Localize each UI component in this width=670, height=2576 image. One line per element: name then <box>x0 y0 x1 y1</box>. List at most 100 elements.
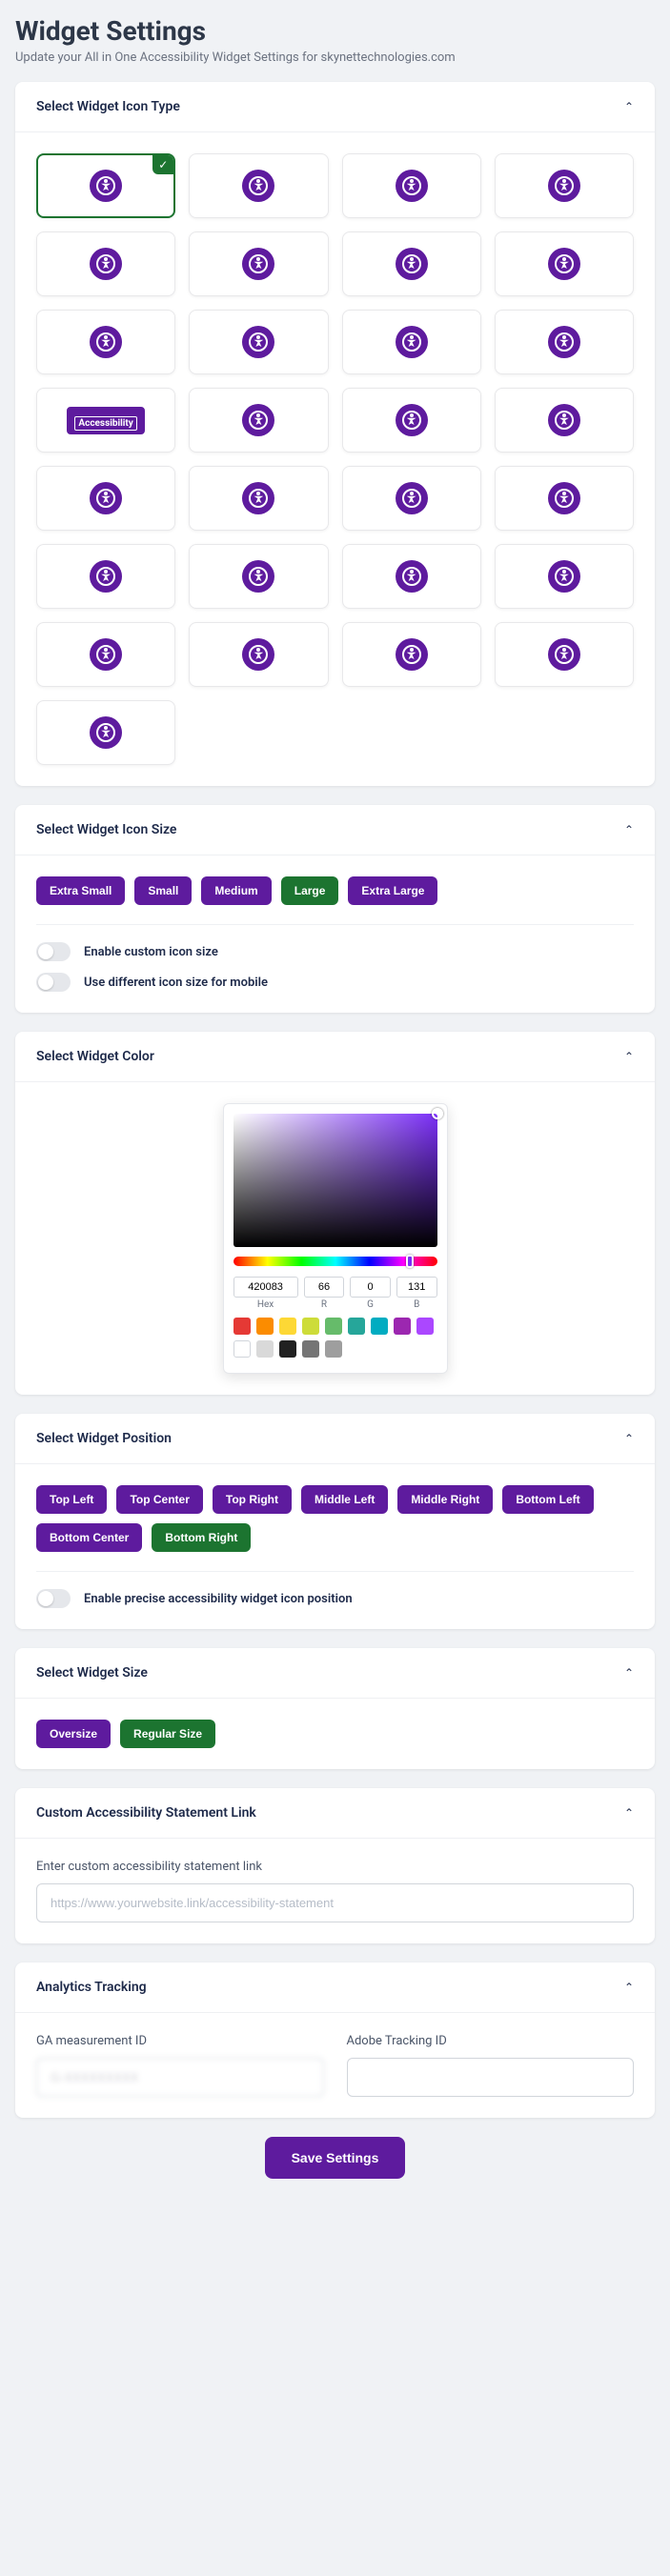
hue-slider[interactable] <box>233 1257 437 1266</box>
hex-input[interactable] <box>233 1277 298 1298</box>
cursor-target-icon <box>242 248 274 280</box>
vision-icon <box>396 404 428 436</box>
swatch[interactable] <box>256 1318 274 1335</box>
r-input[interactable] <box>304 1277 345 1298</box>
toggle-custom-icon-size[interactable] <box>36 942 71 961</box>
panel-head-analytics[interactable]: Analytics Tracking ⌃ <box>15 1962 655 2013</box>
swatch[interactable] <box>233 1318 251 1335</box>
size-option-medium[interactable]: Medium <box>201 876 271 905</box>
size-option-extra-small[interactable]: Extra Small <box>36 876 125 905</box>
swatch[interactable] <box>279 1340 296 1358</box>
swatch[interactable] <box>394 1318 411 1335</box>
widget-size-option-oversize[interactable]: Oversize <box>36 1720 111 1748</box>
panel-head-widget-color[interactable]: Select Widget Color ⌃ <box>15 1032 655 1082</box>
icon-option-target[interactable] <box>189 310 328 374</box>
toggle-precise-position[interactable] <box>36 1589 71 1608</box>
chevron-up-icon: ⌃ <box>624 1432 634 1445</box>
adobe-tracking-input[interactable] <box>347 2058 635 2097</box>
swatch[interactable] <box>302 1340 319 1358</box>
position-option-top-right[interactable]: Top Right <box>213 1485 292 1514</box>
icon-option-wheelchair-alt6[interactable] <box>36 544 175 609</box>
swatch[interactable] <box>416 1318 434 1335</box>
swatch[interactable] <box>256 1340 274 1358</box>
toggle-mobile-icon-size[interactable] <box>36 973 71 992</box>
icon-option-wheelchair-alt11[interactable] <box>189 622 328 687</box>
circle-a-icon <box>548 170 580 202</box>
chevron-up-icon: ⌃ <box>624 1806 634 1820</box>
icon-option-accessibility-badge[interactable]: Accessibility <box>36 388 175 453</box>
position-option-top-left[interactable]: Top Left <box>36 1485 107 1514</box>
wheelchair-alt-icon <box>548 404 580 436</box>
icon-option-wheelchair-alt3[interactable] <box>189 466 328 531</box>
icon-option-wheelchair-alt8[interactable] <box>342 544 481 609</box>
icon-option-gear-circle[interactable] <box>342 231 481 296</box>
position-option-bottom-left[interactable]: Bottom Left <box>502 1485 593 1514</box>
icon-option-wheelchair-alt5[interactable] <box>495 466 634 531</box>
icon-option-eye-slash[interactable] <box>342 153 481 218</box>
icon-option-wheelchair-alt10[interactable] <box>36 622 175 687</box>
size-option-small[interactable]: Small <box>134 876 192 905</box>
icon-option-vision[interactable] <box>342 388 481 453</box>
panel-head-widget-size[interactable]: Select Widget Size ⌃ <box>15 1648 655 1699</box>
icon-option-accessibility-person[interactable]: ✓ <box>36 153 175 218</box>
panel-head-custom-link[interactable]: Custom Accessibility Statement Link ⌃ <box>15 1788 655 1839</box>
icon-option-wheelchair-alt9[interactable] <box>495 544 634 609</box>
swatch[interactable] <box>325 1318 342 1335</box>
globe-icon <box>242 404 274 436</box>
icon-option-wheelchair[interactable] <box>189 153 328 218</box>
panel-title: Select Widget Icon Type <box>36 99 180 114</box>
hex-label: Hex <box>233 1299 298 1310</box>
panel-analytics: Analytics Tracking ⌃ GA measurement ID A… <box>15 1962 655 2118</box>
icon-option-globe[interactable] <box>189 388 328 453</box>
icon-option-wheelchair-alt[interactable] <box>495 388 634 453</box>
wheelchair-icon <box>242 170 274 202</box>
position-option-bottom-center[interactable]: Bottom Center <box>36 1523 142 1552</box>
swatch[interactable] <box>371 1318 388 1335</box>
position-option-middle-left[interactable]: Middle Left <box>301 1485 388 1514</box>
b-input[interactable] <box>396 1277 437 1298</box>
panel-head-icon-type[interactable]: Select Widget Icon Type ⌃ <box>15 82 655 132</box>
position-option-bottom-right[interactable]: Bottom Right <box>152 1523 251 1552</box>
icon-option-aa-text[interactable] <box>495 231 634 296</box>
target-icon <box>242 326 274 358</box>
g-input[interactable] <box>350 1277 391 1298</box>
toggle-label: Enable precise accessibility widget icon… <box>84 1592 353 1606</box>
accessibility-badge-icon: Accessibility <box>67 407 144 434</box>
size-option-extra-large[interactable]: Extra Large <box>348 876 437 905</box>
panel-title: Select Widget Icon Size <box>36 822 176 837</box>
icon-option-cursor-target[interactable] <box>189 231 328 296</box>
g-label: G <box>350 1299 391 1310</box>
position-option-top-center[interactable]: Top Center <box>116 1485 202 1514</box>
swatch[interactable] <box>348 1318 365 1335</box>
icon-option-sliders[interactable] <box>36 310 175 374</box>
ga-measurement-input[interactable] <box>36 2058 324 2097</box>
color-saturation-area[interactable] <box>233 1114 437 1247</box>
panel-head-icon-size[interactable]: Select Widget Icon Size ⌃ <box>15 805 655 855</box>
icon-option-wheelchair-alt13[interactable] <box>495 622 634 687</box>
save-settings-button[interactable]: Save Settings <box>265 2137 406 2179</box>
position-option-middle-right[interactable]: Middle Right <box>397 1485 493 1514</box>
icon-option-wheelchair-alt14[interactable] <box>36 700 175 765</box>
icon-option-circle-a[interactable] <box>495 153 634 218</box>
icon-option-person-standing[interactable] <box>36 231 175 296</box>
gear-circle-icon <box>396 248 428 280</box>
icon-option-wheelchair-alt2[interactable] <box>36 466 175 531</box>
braille-icon <box>396 326 428 358</box>
wheelchair-alt7-icon <box>242 560 274 593</box>
swatch[interactable] <box>279 1318 296 1335</box>
swatch[interactable] <box>233 1340 251 1358</box>
icon-option-wheelchair-alt12[interactable] <box>342 622 481 687</box>
icon-option-wheelchair-alt4[interactable] <box>342 466 481 531</box>
custom-link-input[interactable] <box>36 1883 634 1922</box>
icon-option-wheelchair-motion[interactable] <box>495 310 634 374</box>
panel-head-widget-position[interactable]: Select Widget Position ⌃ <box>15 1414 655 1464</box>
size-option-large[interactable]: Large <box>281 876 339 905</box>
wheelchair-alt13-icon <box>548 638 580 671</box>
chevron-up-icon: ⌃ <box>624 823 634 836</box>
icon-option-braille[interactable] <box>342 310 481 374</box>
swatch[interactable] <box>325 1340 342 1358</box>
swatch[interactable] <box>302 1318 319 1335</box>
widget-size-option-regular-size[interactable]: Regular Size <box>120 1720 215 1748</box>
aa-text-icon <box>548 248 580 280</box>
icon-option-wheelchair-alt7[interactable] <box>189 544 328 609</box>
